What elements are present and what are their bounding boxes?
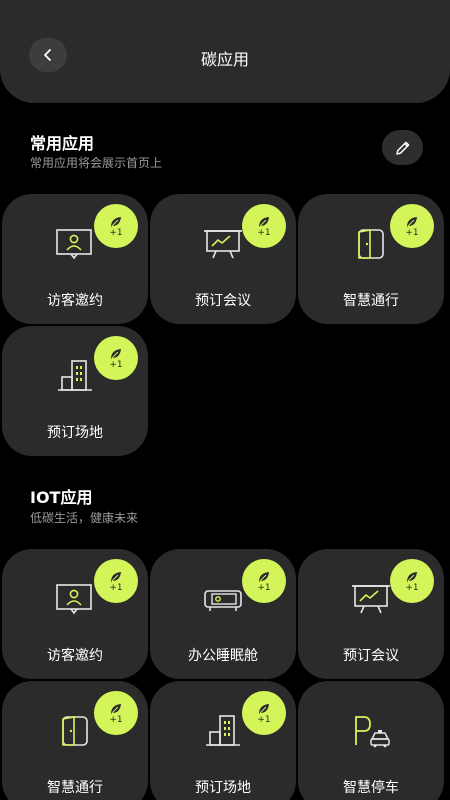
leaf-icon xyxy=(111,348,121,359)
sleep-pod-icon xyxy=(200,579,246,619)
carbon-badge: +1 xyxy=(94,336,138,380)
app-tile-label: 智慧停车 xyxy=(343,780,399,796)
leaf-icon xyxy=(259,216,269,227)
app-tile-label: 访客邀约 xyxy=(47,293,103,309)
page-title: 碳应用 xyxy=(200,50,249,69)
app-tile-label: 智慧通行 xyxy=(47,780,103,796)
app-tile-meeting[interactable]: +1 预订会议 xyxy=(150,194,296,324)
app-tile-label: 预订场地 xyxy=(47,425,103,441)
leaf-icon xyxy=(259,571,269,582)
app-tile-label: 预订场地 xyxy=(195,780,251,796)
app-tile-meeting[interactable]: +1 预订会议 xyxy=(298,549,444,679)
carbon-badge: +1 xyxy=(242,204,286,248)
parking-icon xyxy=(348,711,394,751)
leaf-icon xyxy=(407,571,417,582)
app-tile-access[interactable]: +1 智慧通行 xyxy=(298,194,444,324)
common-apps-subtitle: 常用应用将会展示首页上 xyxy=(30,156,163,170)
app-tile-label: 预订会议 xyxy=(195,293,251,309)
visitor-icon xyxy=(52,579,98,619)
meeting-board-icon xyxy=(200,224,246,264)
app-tile-visitor[interactable]: +1 访客邀约 xyxy=(2,194,148,324)
building-icon xyxy=(52,356,98,396)
app-tile-sleep-pod[interactable]: +1 办公睡眠舱 xyxy=(150,549,296,679)
leaf-icon xyxy=(407,216,417,227)
building-icon xyxy=(200,711,246,751)
iot-apps-subtitle: 低碳生活，健康未来 xyxy=(30,511,139,525)
carbon-badge: +1 xyxy=(94,204,138,248)
app-tile-label: 智慧通行 xyxy=(343,293,399,309)
app-tile-label: 访客邀约 xyxy=(47,648,103,664)
meeting-board-icon xyxy=(348,579,394,619)
leaf-icon xyxy=(259,703,269,714)
carbon-badge: +1 xyxy=(94,559,138,603)
app-tile-label: 预订会议 xyxy=(343,648,399,664)
app-tile-label: 办公睡眠舱 xyxy=(188,648,258,664)
carbon-badge: +1 xyxy=(390,559,434,603)
leaf-icon xyxy=(111,703,121,714)
carbon-badge: +1 xyxy=(242,559,286,603)
common-apps-title: 常用应用 xyxy=(30,134,95,153)
leaf-icon xyxy=(111,216,121,227)
carbon-badge: +1 xyxy=(94,691,138,735)
door-icon xyxy=(52,711,98,751)
carbon-badge: +1 xyxy=(390,204,434,248)
app-tile-access[interactable]: +1 智慧通行 xyxy=(2,681,148,800)
leaf-icon xyxy=(111,571,121,582)
top-bar: 碳应用 xyxy=(0,0,450,103)
visitor-icon xyxy=(52,224,98,264)
carbon-badge: +1 xyxy=(242,691,286,735)
edit-button[interactable] xyxy=(382,130,423,165)
iot-apps-title: IOT应用 xyxy=(30,488,93,507)
app-tile-venue[interactable]: +1 预订场地 xyxy=(150,681,296,800)
app-tile-visitor[interactable]: +1 访客邀约 xyxy=(2,549,148,679)
app-tile-venue[interactable]: +1 预订场地 xyxy=(2,326,148,456)
door-icon xyxy=(348,224,394,264)
pencil-icon xyxy=(395,141,409,155)
app-tile-parking[interactable]: 智慧停车 xyxy=(298,681,444,800)
